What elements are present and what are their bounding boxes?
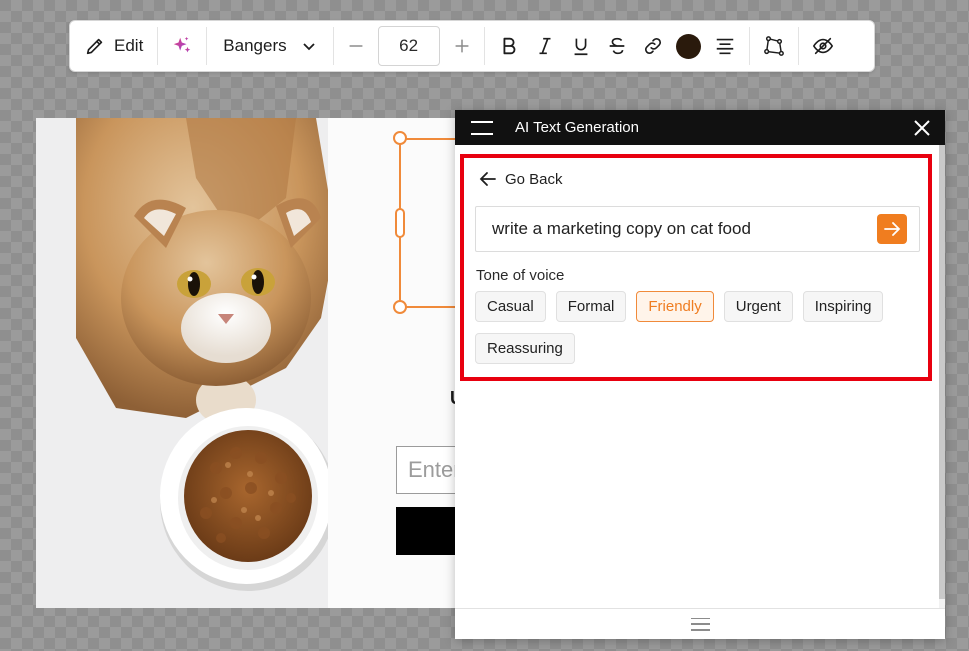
ai-text-generation-panel: AI Text Generation Go Back write a marke…: [455, 110, 945, 639]
toolbar-divider: [483, 27, 485, 65]
drag-handle-icon[interactable]: [690, 617, 710, 631]
link-icon: [644, 37, 661, 55]
font-size-increase-button[interactable]: [446, 26, 478, 66]
chevron-down-icon: [302, 43, 315, 51]
color-swatch: [676, 33, 702, 59]
text-toolbar: Edit Bangers 62: [69, 20, 875, 72]
strikethrough-button[interactable]: [599, 26, 635, 66]
toolbar-divider: [797, 27, 799, 65]
font-size-input[interactable]: 62: [377, 26, 440, 66]
visibility-toggle-button[interactable]: [805, 26, 841, 66]
strikethrough-icon: [609, 37, 624, 55]
highlight-annotation-box: [460, 154, 932, 381]
underline-icon: [574, 38, 588, 56]
italic-button[interactable]: [527, 26, 563, 66]
edit-label: Edit: [114, 36, 144, 55]
scrollbar-thumb[interactable]: [939, 145, 945, 599]
toolbar-divider: [748, 27, 750, 65]
align-button[interactable]: [707, 26, 743, 66]
cat-food-photo: [36, 118, 328, 608]
bold-button[interactable]: [491, 26, 527, 66]
font-size-decrease-button[interactable]: [340, 26, 372, 66]
edit-button[interactable]: Edit: [76, 26, 151, 66]
resize-handle-top-left[interactable]: [393, 131, 407, 145]
selection-border-top: [400, 138, 460, 140]
ai-magic-button[interactable]: [164, 26, 200, 66]
hamburger-menu-icon[interactable]: [471, 120, 493, 135]
bold-icon: [503, 37, 516, 55]
sparkle-icon: [174, 36, 191, 53]
eye-off-icon: [812, 37, 833, 55]
link-button[interactable]: [635, 26, 671, 66]
text-color-button[interactable]: [671, 26, 707, 66]
selection-border-bottom: [400, 306, 460, 308]
panel-header: AI Text Generation: [455, 110, 945, 145]
close-icon[interactable]: [913, 119, 931, 137]
font-name: Bangers: [223, 36, 287, 55]
panel-footer: [455, 608, 945, 639]
align-center-icon: [716, 38, 733, 55]
resize-handle-bottom-left[interactable]: [393, 300, 407, 314]
panel-title: AI Text Generation: [515, 119, 639, 136]
shape-icon: [763, 36, 784, 56]
minus-icon: [349, 45, 363, 47]
plus-icon: [455, 39, 469, 53]
toolbar-divider: [157, 27, 159, 65]
pencil-icon: [86, 38, 103, 55]
font-family-select[interactable]: Bangers: [213, 26, 326, 66]
toolbar-divider: [332, 27, 334, 65]
resize-handle-left[interactable]: [395, 208, 405, 238]
toolbar-divider: [206, 27, 208, 65]
italic-icon: [539, 37, 551, 55]
underline-button[interactable]: [563, 26, 599, 66]
shape-button[interactable]: [756, 26, 792, 66]
